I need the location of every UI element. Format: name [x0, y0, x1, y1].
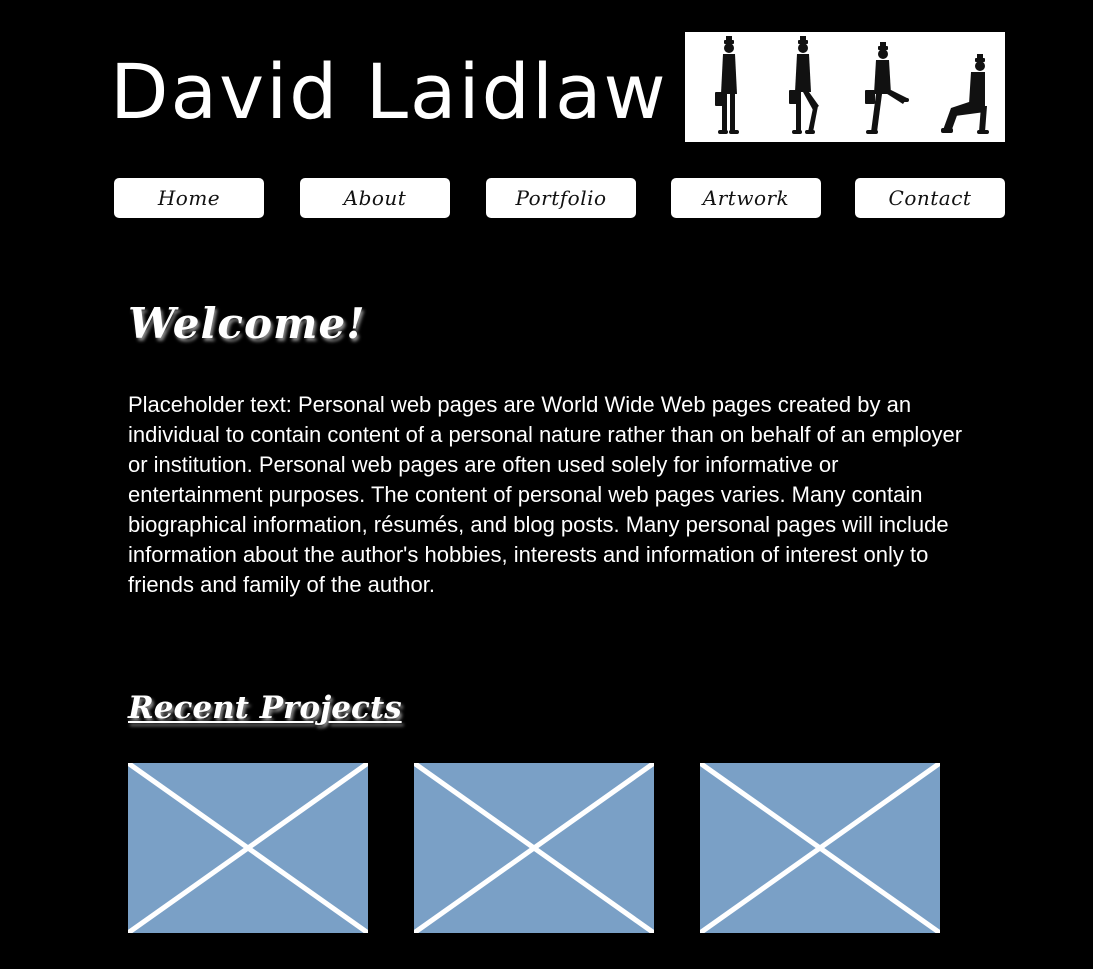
nav-about-button[interactable]: About — [300, 178, 450, 218]
image-placeholder-icon — [128, 763, 368, 933]
site-title: David Laidlaw — [110, 47, 668, 136]
main-nav: Home About Portfolio Artwork Contact — [114, 178, 1005, 218]
recent-projects-heading: Recent Projects — [128, 690, 402, 726]
silly-walk-figures-icon — [715, 36, 989, 134]
banner-image — [685, 32, 1005, 142]
page: David Laidlaw Home About Portfolio Artwo… — [0, 0, 1093, 969]
image-placeholder-icon — [700, 763, 940, 933]
nav-artwork-button[interactable]: Artwork — [671, 178, 821, 218]
nav-home-button[interactable]: Home — [114, 178, 264, 218]
project-thumbnail-3[interactable] — [700, 763, 940, 933]
welcome-heading: Welcome! — [128, 299, 366, 348]
nav-portfolio-button[interactable]: Portfolio — [486, 178, 636, 218]
project-thumbnail-2[interactable] — [414, 763, 654, 933]
image-placeholder-icon — [414, 763, 654, 933]
nav-contact-button[interactable]: Contact — [855, 178, 1005, 218]
project-thumbnail-1[interactable] — [128, 763, 368, 933]
intro-paragraph: Placeholder text: Personal web pages are… — [128, 392, 963, 597]
